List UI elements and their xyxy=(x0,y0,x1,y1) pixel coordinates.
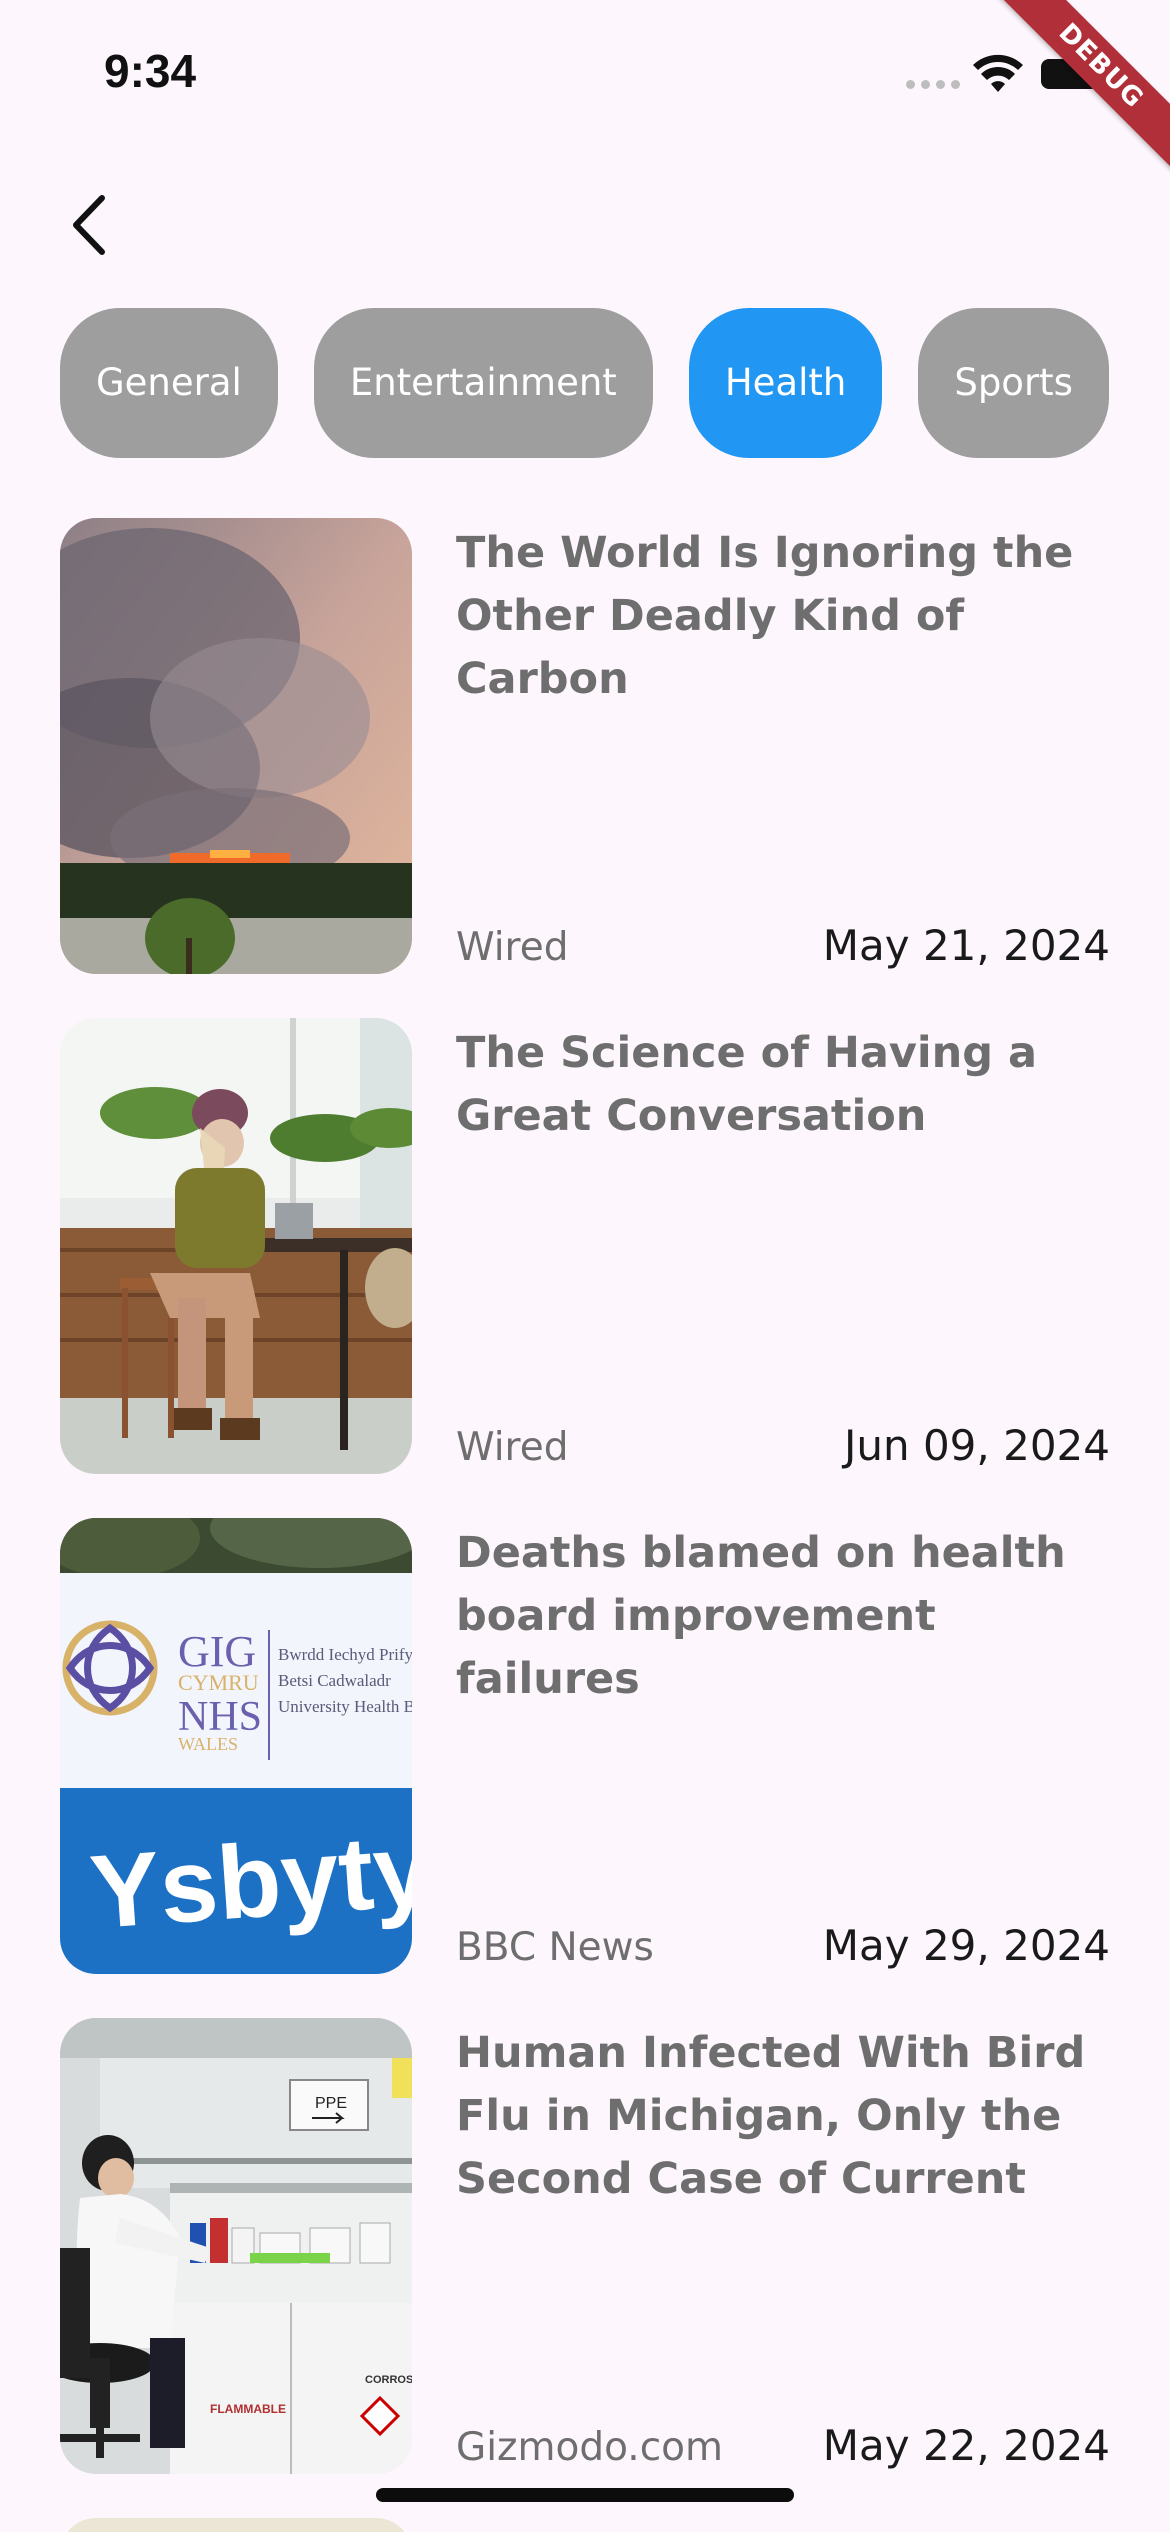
article-thumbnail: PPE FLAMMABLE CORROSIVES xyxy=(60,2018,412,2474)
article-thumbnail-peek xyxy=(60,2518,412,2532)
home-indicator[interactable] xyxy=(376,2488,794,2502)
lab-label-flammable: FLAMMABLE xyxy=(210,2402,286,2416)
status-time: 9:34 xyxy=(104,45,197,97)
category-chip-general[interactable]: General xyxy=(60,308,278,458)
back-button[interactable] xyxy=(58,190,118,260)
article-thumbnail xyxy=(60,1018,412,1474)
cellular-signal-icon xyxy=(906,80,960,89)
article-card[interactable]: PPE FLAMMABLE CORROSIVES xyxy=(60,2018,1110,2474)
article-date: Jun 09, 2024 xyxy=(843,1421,1110,1470)
article-card[interactable]: The Science of Having a Great Conversati… xyxy=(60,1018,1110,1474)
lab-scientist-image: PPE FLAMMABLE CORROSIVES xyxy=(60,2018,412,2474)
chevron-left-icon xyxy=(73,195,105,255)
lab-label-ppe: PPE xyxy=(315,2095,347,2112)
category-chip-sports[interactable]: Sports xyxy=(918,308,1109,458)
article-title: The World Is Ignoring the Other Deadly K… xyxy=(456,528,1074,704)
article-source: Gizmodo.com xyxy=(456,2425,724,2470)
article-source: Wired xyxy=(456,1425,569,1470)
sign-text-gig: GIG xyxy=(178,1627,256,1676)
news-screen: 9:34 DEBUG General Entertainment Health … xyxy=(0,0,1170,2532)
article-date: May 21, 2024 xyxy=(822,921,1110,970)
article-date: May 29, 2024 xyxy=(822,1921,1110,1970)
nhs-hospital-sign-image: GIG CYMRU NHS WALES Bwrdd Iechyd Prifysg… xyxy=(60,1518,412,1974)
lab-label-corrosives: CORROSIVES xyxy=(365,2374,412,2386)
category-chip-entertainment[interactable]: Entertainment xyxy=(313,308,653,458)
sign-text-cymru: CYMRU xyxy=(178,1670,259,1695)
sign-text-wales: WALES xyxy=(178,1734,238,1754)
article-title: The Science of Having a Great Conversati… xyxy=(456,1028,1038,1141)
article-title: Deaths blamed on health board improvemen… xyxy=(456,1528,1066,1704)
wifi-icon xyxy=(973,54,1023,92)
wildfire-smoke-image xyxy=(60,518,412,974)
article-date: May 22, 2024 xyxy=(822,2421,1110,2470)
sign-text-line2: Betsi Cadwaladr xyxy=(278,1671,391,1690)
article-list: The World Is Ignoring the Other Deadly K… xyxy=(60,518,1110,2518)
sign-text-line1: Bwrdd Iechyd Prifysgol xyxy=(278,1645,412,1664)
article-title: Human Infected With Bird Flu in Michigan… xyxy=(456,2028,1086,2204)
article-source: Wired xyxy=(456,925,569,970)
sign-text-line3: University Health Board xyxy=(278,1697,412,1716)
cafe-conversation-image xyxy=(60,1018,412,1474)
article-card[interactable]: The World Is Ignoring the Other Deadly K… xyxy=(60,518,1110,974)
article-thumbnail: GIG CYMRU NHS WALES Bwrdd Iechyd Prifysg… xyxy=(60,1518,412,1974)
article-thumbnail xyxy=(60,518,412,974)
category-tabs: General Entertainment Health Sports xyxy=(60,308,1110,458)
article-source: BBC News xyxy=(456,1925,654,1970)
article-card[interactable]: GIG CYMRU NHS WALES Bwrdd Iechyd Prifysg… xyxy=(60,1518,1110,1974)
sign-text-ysbyty: Ysbyty xyxy=(87,1812,412,1952)
category-chip-health[interactable]: Health xyxy=(688,308,883,458)
